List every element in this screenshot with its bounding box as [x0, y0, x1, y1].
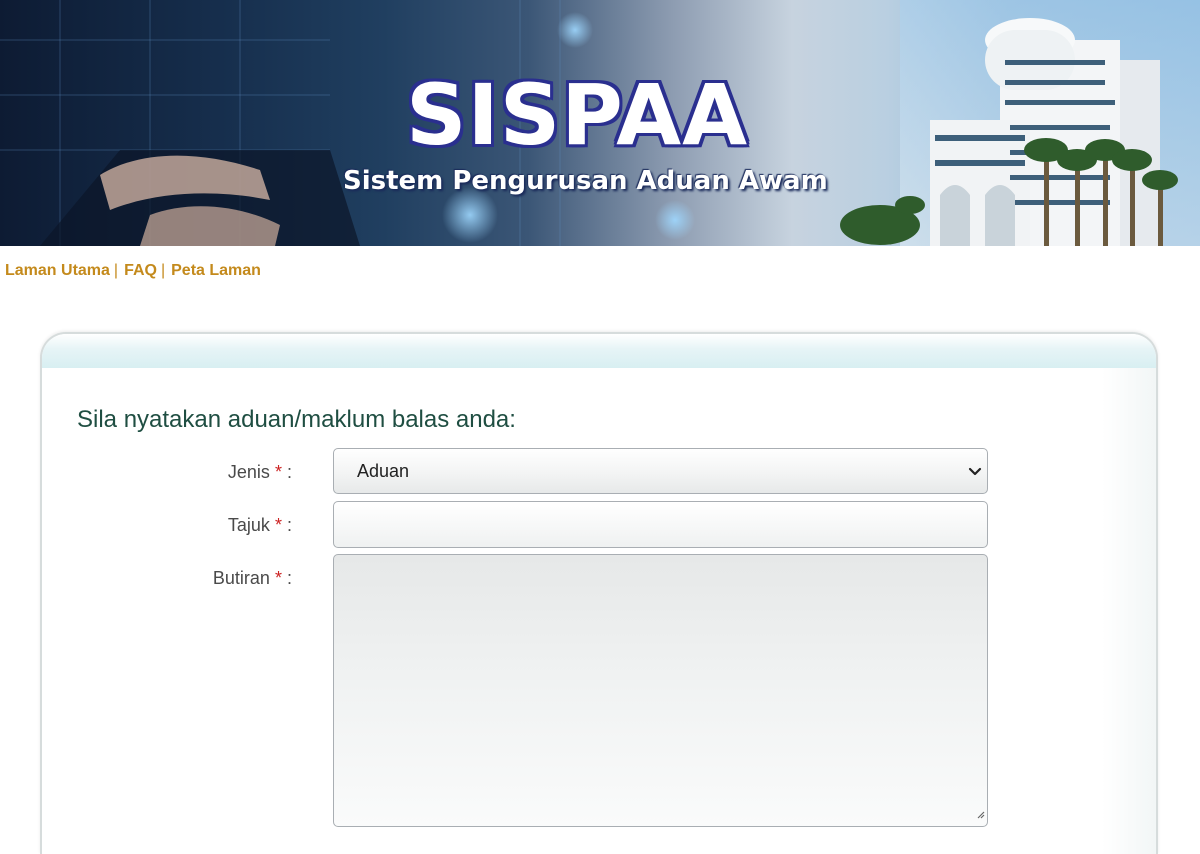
jenis-label-text: Jenis: [227, 462, 270, 482]
label-colon: :: [286, 515, 292, 535]
jenis-label: Jenis * :: [92, 462, 292, 483]
nav-separator: |: [160, 262, 166, 279]
nav-link-peta-laman[interactable]: Peta Laman: [171, 262, 261, 279]
banner-title: SISPAA: [406, 66, 749, 164]
resize-grip-icon[interactable]: [975, 806, 985, 824]
chevron-down-icon: [967, 465, 983, 483]
panel-header: [42, 334, 1156, 368]
tajuk-label: Tajuk * :: [92, 515, 292, 536]
nav-link-laman-utama[interactable]: Laman Utama: [5, 262, 110, 279]
required-marker: *: [274, 568, 282, 588]
required-marker: *: [274, 515, 282, 535]
banner-subtitle: Sistem Pengurusan Aduan Awam: [343, 166, 828, 196]
butiran-label: Butiran * :: [92, 568, 292, 589]
header-banner: SISPAA Sistem Pengurusan Aduan Awam: [0, 0, 1200, 246]
label-colon: :: [286, 568, 292, 588]
top-nav: Laman Utama | FAQ | Peta Laman: [5, 262, 261, 280]
jenis-select[interactable]: Aduan: [333, 448, 988, 494]
form-heading: Sila nyatakan aduan/maklum balas anda:: [77, 406, 516, 433]
tajuk-label-text: Tajuk: [227, 515, 270, 535]
butiran-label-text: Butiran: [212, 568, 270, 588]
jenis-select-value: Aduan: [357, 461, 410, 481]
tajuk-input[interactable]: [333, 501, 988, 548]
butiran-textarea[interactable]: [333, 554, 988, 827]
label-colon: :: [286, 462, 292, 482]
nav-link-faq[interactable]: FAQ: [124, 262, 157, 279]
nav-separator: |: [113, 262, 119, 279]
required-marker: *: [274, 462, 282, 482]
